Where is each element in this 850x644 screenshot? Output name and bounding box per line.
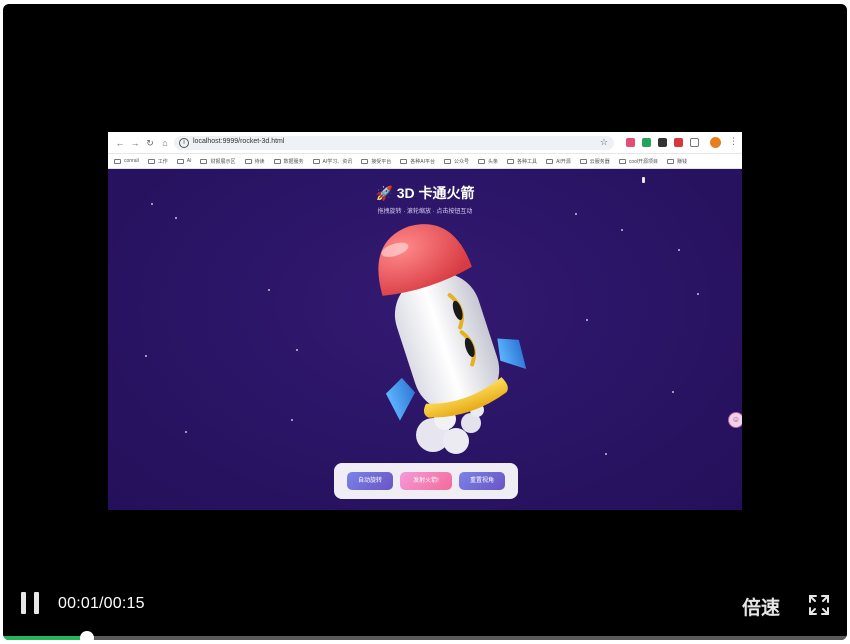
bookmark-item: 财报展示区 [200, 158, 236, 165]
folder-icon [244, 158, 252, 164]
bookmark-item: AI开源 [546, 158, 571, 165]
star [678, 249, 680, 251]
bookmark-item: 待读 [244, 158, 265, 165]
back-icon: ← [115, 138, 125, 148]
folder-icon [147, 158, 155, 164]
site-info-icon: i [179, 138, 189, 148]
floating-helper-icon[interactable]: ☺ [728, 412, 742, 428]
auto-rotate-button[interactable]: 自动旋转 [347, 472, 393, 490]
bookmark-item: 云服务器 [579, 158, 610, 165]
bookmark-item: 各种AI平台 [400, 158, 435, 165]
playback-speed-button[interactable]: 倍速 [742, 593, 780, 620]
menu-dots-icon: ⋮ [729, 136, 738, 146]
folder-icon [546, 158, 554, 164]
video-player[interactable]: ← → ↻ ⌂ i localhost:9999/rocket-3d.html … [3, 4, 847, 640]
playback-time: 00:01/00:15 [58, 595, 145, 612]
star [672, 391, 674, 393]
bookmark-item: 赚钱 [667, 158, 687, 165]
extension-icon [658, 138, 667, 147]
star [621, 229, 623, 231]
address-bar: i localhost:9999/rocket-3d.html ☆ [174, 136, 614, 150]
video-frame[interactable]: ← → ↻ ⌂ i localhost:9999/rocket-3d.html … [108, 132, 742, 510]
extension-icon [626, 138, 635, 147]
star [175, 217, 177, 219]
star [586, 319, 588, 321]
folder-icon [200, 158, 208, 164]
bookmark-item: 公众号 [444, 158, 469, 165]
bookmark-star-icon: ☆ [599, 137, 608, 147]
star [296, 349, 298, 351]
bookmark-item: 头条 [478, 158, 498, 165]
fullscreen-icon[interactable] [808, 594, 830, 616]
bookmark-item: 接受平台 [361, 158, 391, 165]
control-panel: 自动旋转 发射火箭! 重置视角 [334, 463, 518, 499]
star [145, 355, 147, 357]
rocket-scene[interactable]: 🚀 3D 卡通火箭 拖拽旋转 · 滚轮缩放 · 点击按钮互动 自动旋转 发射火箭… [108, 169, 742, 510]
home-icon: ⌂ [162, 138, 168, 148]
forward-icon: → [130, 138, 140, 148]
star [151, 203, 153, 205]
folder-icon [444, 158, 452, 164]
bookmark-item: 各种工具 [507, 158, 537, 165]
folder-icon [667, 158, 674, 164]
folder-icon [618, 158, 626, 164]
folder-icon [312, 158, 320, 164]
folder-icon [361, 158, 369, 164]
bookmarks-bar: conrail 工作 AI 财报展示区 待读 数据服务 AI学习、资讯 接受平台… [108, 154, 742, 169]
progress-fill [3, 636, 88, 640]
rocket-model[interactable] [353, 213, 533, 458]
browser-toolbar: ← → ↻ ⌂ i localhost:9999/rocket-3d.html … [108, 132, 742, 154]
pause-icon[interactable] [21, 592, 41, 614]
reload-icon: ↻ [146, 138, 154, 148]
bookmark-item: 工作 [147, 158, 168, 165]
progress-bar[interactable] [3, 631, 847, 640]
bookmark-item: 数据服务 [273, 158, 304, 165]
folder-icon [114, 158, 121, 164]
address-url: localhost:9999/rocket-3d.html [193, 138, 285, 145]
extension-icon [674, 138, 683, 147]
star [291, 419, 293, 421]
page-title: 🚀 3D 卡通火箭 [375, 185, 475, 201]
progress-handle[interactable] [80, 631, 95, 640]
star [268, 289, 270, 291]
launch-rocket-button[interactable]: 发射火箭! [400, 472, 452, 490]
bookmark-item: AI [176, 158, 191, 164]
folder-icon [400, 158, 408, 164]
folder-icon [579, 158, 587, 164]
reset-view-button[interactable]: 重置视角 [459, 472, 505, 490]
puzzle-icon [690, 138, 699, 147]
bookmark-item: conrail [114, 158, 139, 164]
star [185, 431, 187, 433]
extension-icon [642, 138, 651, 147]
folder-icon [507, 158, 515, 164]
bookmark-item: cool开源项目 [618, 158, 658, 165]
star [697, 293, 699, 295]
folder-icon [176, 158, 184, 164]
folder-icon [478, 158, 486, 164]
bookmark-item: AI学习、资讯 [312, 158, 352, 165]
folder-icon [273, 158, 281, 164]
star [605, 453, 607, 455]
profile-avatar [710, 137, 721, 148]
